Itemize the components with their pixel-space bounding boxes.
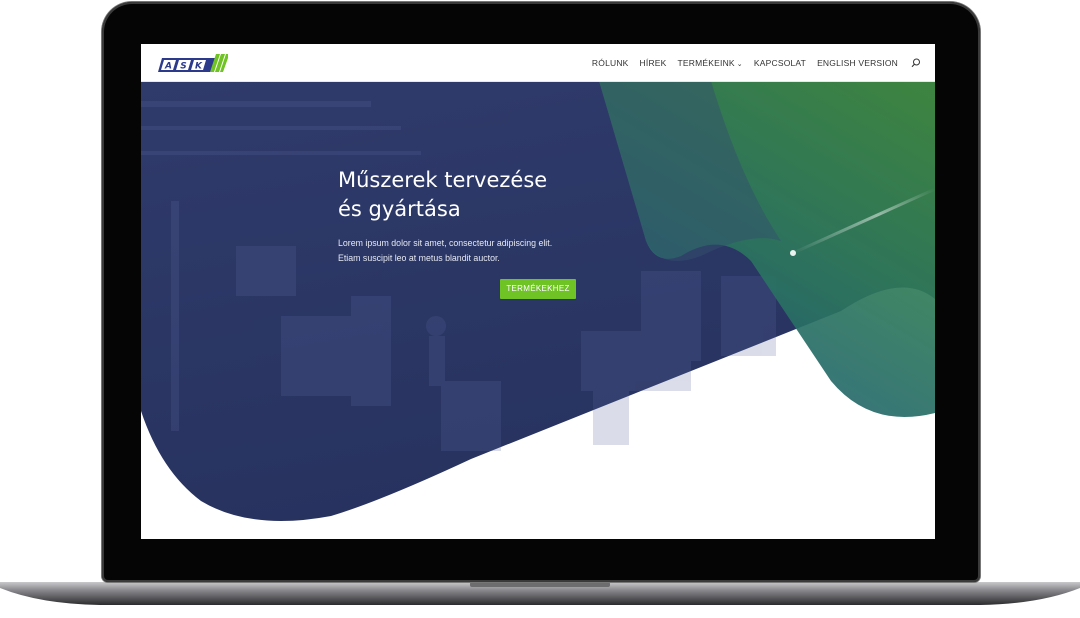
hero-title-line-1: Műszerek tervezése — [338, 168, 548, 192]
nav-item-kapcsolat[interactable]: KAPCSOLAT — [754, 58, 806, 68]
hero-background — [141, 81, 935, 521]
hero-title: Műszerek tervezése és gyártása — [338, 166, 738, 224]
nav-item-termekeink[interactable]: TERMÉKEINK ⌄ — [678, 58, 743, 68]
top-navigation: A S K RÓLUNK HÍREK TERMÉKEINK ⌄ KAPCSOLAT… — [141, 44, 935, 82]
hero-description: Lorem ipsum dolor sit amet, consectetur … — [338, 236, 738, 266]
nav-item-termekeink-label: TERMÉKEINK — [677, 57, 735, 68]
hero-description-line-2: Etiam suscipit leo at metus blandit auct… — [338, 253, 500, 263]
termekekhez-button[interactable]: TERMÉKEKHEZ — [500, 279, 576, 299]
laptop-base — [0, 582, 1080, 605]
hero-section: Műszerek tervezése és gyártása Lorem ips… — [141, 81, 935, 539]
svg-text:K: K — [195, 62, 203, 72]
chevron-down-icon: ⌄ — [736, 60, 743, 68]
website-screen: A S K RÓLUNK HÍREK TERMÉKEINK ⌄ KAPCSOLAT… — [141, 44, 935, 539]
ask-logo[interactable]: A S K — [158, 52, 228, 74]
hero-title-line-2: és gyártása — [338, 197, 461, 221]
nav-item-rolunk[interactable]: RÓLUNK — [592, 58, 629, 68]
nav-item-hirek[interactable]: HÍREK — [640, 58, 667, 68]
nav-item-english-version[interactable]: ENGLISH VERSION — [817, 58, 898, 68]
search-icon[interactable] — [911, 58, 921, 68]
main-menu: RÓLUNK HÍREK TERMÉKEINK ⌄ KAPCSOLAT ENGLI… — [592, 44, 921, 81]
svg-text:A: A — [164, 62, 172, 72]
svg-text:S: S — [180, 62, 186, 72]
hero-description-line-1: Lorem ipsum dolor sit amet, consectetur … — [338, 238, 553, 248]
